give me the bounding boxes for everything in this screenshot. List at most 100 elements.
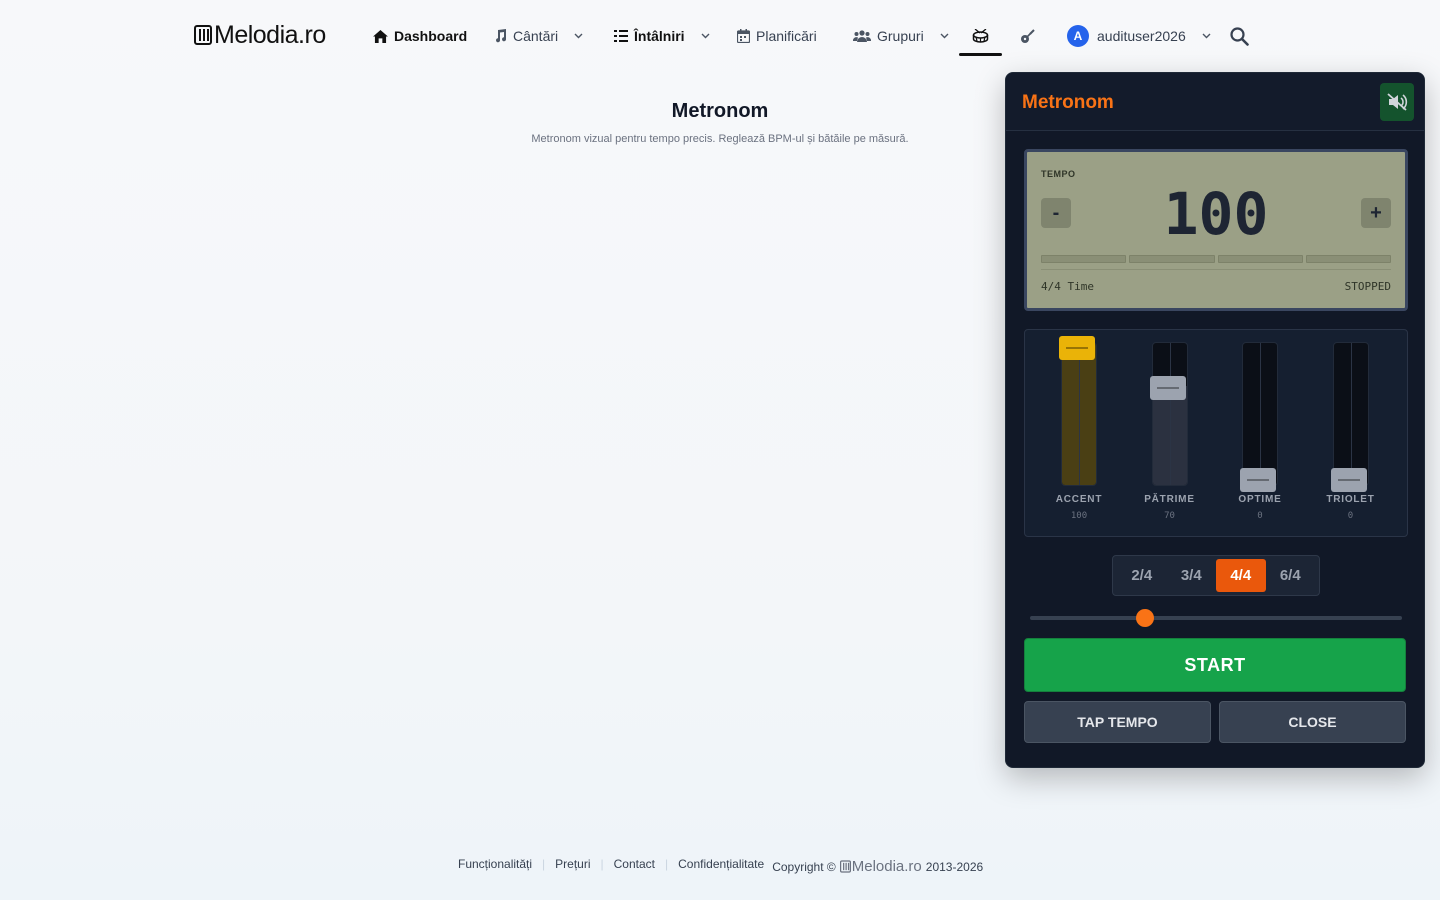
time-signature-option[interactable]: 4/4 [1216,559,1266,592]
chevron-down-icon [1202,33,1211,39]
mixer-fader-knob[interactable] [1149,375,1186,400]
mixer-channel-value: 70 [1164,511,1175,521]
metronome-title: Metronom [1022,92,1114,113]
close-button[interactable]: CLOSE [1219,701,1406,743]
copyright-prefix: Copyright © [772,859,836,874]
tempo-label: TEMPO [1041,169,1076,179]
calendar-icon [737,29,750,43]
chevron-down-icon [574,33,583,39]
nav-cantari[interactable]: Cântări [493,24,583,48]
home-icon [373,29,388,43]
mixer-track[interactable] [1332,342,1369,486]
mixer-track[interactable] [1061,342,1097,486]
mixer-track-line [1350,343,1352,485]
time-signature-selector: 2/4 3/4 4/4 6/4 [1112,555,1320,596]
mixer-channel: ACCENT 100 [1039,330,1119,538]
search-button[interactable] [1230,24,1249,48]
nav-cantari-label: Cântări [513,28,559,44]
copyright-years: 2013-2026 [925,859,984,874]
tempo-increase-button[interactable]: + [1361,198,1391,228]
sound-toggle-button[interactable] [1380,83,1414,121]
mixer-channel-name: ACCENT [1055,494,1103,505]
nav-planificari-label: Planificări [756,28,817,44]
mixer-channel: TRIOLET 0 [1311,330,1391,538]
tap-tempo-button[interactable]: TAP TEMPO [1024,701,1211,743]
time-signature-option[interactable]: 2/4 [1117,559,1167,592]
tempo-decrease-button[interactable]: - [1041,198,1071,228]
metronome-header: Metronom [1006,73,1424,131]
playback-status: STOPPED [1344,280,1391,293]
nav-intalniri[interactable]: Întâlniri [614,24,710,48]
tempo-slider-track [1030,616,1402,620]
top-navbar: Melodia.ro Dashboard Cântări Întâlniri P… [0,0,1440,72]
bpm-readout: 100 [1163,180,1269,248]
nav-tuner-tab[interactable] [1020,24,1035,48]
speaker-off-icon [1387,93,1408,111]
beat-indicator [1217,255,1303,263]
mixer-track-line [1079,343,1080,485]
footer-separator: | [665,856,669,871]
footer-separator: | [542,856,546,871]
footer-separator: | [600,856,604,871]
search-icon [1230,26,1249,46]
beat-indicator-row [1041,255,1391,263]
time-signature-option[interactable]: 6/4 [1266,559,1316,592]
nav-grupuri[interactable]: Grupuri [853,24,949,48]
time-signature-readout: 4/4 Time [1041,280,1094,293]
nav-grupuri-label: Grupuri [877,28,924,44]
user-menu[interactable]: A audituser2026 [1067,24,1211,48]
nav-intalniri-label: Întâlniri [634,28,685,44]
tempo-display: TEMPO 100 - + 4/4 Time STOPPED [1024,149,1408,311]
mixer-fader-knob[interactable] [1240,468,1276,492]
nav-dashboard-label: Dashboard [394,28,468,44]
chevron-down-icon [940,33,949,39]
start-button[interactable]: START [1024,638,1406,692]
drum-icon [972,29,989,43]
copyright: Copyright © Melodia.ro 2013-2026 [772,858,983,875]
logo-mark-icon [839,860,851,873]
footer: Funcționalități | Prețuri | Contact | Confiden… [458,852,983,876]
username: audituser2026 [1097,28,1186,44]
nav-metronome-tab[interactable] [972,24,989,48]
brand-logo[interactable]: Melodia.ro [194,20,326,50]
mixer-channel-value: 100 [1070,511,1088,521]
lcd-divider [1041,269,1391,270]
footer-link[interactable]: Confidențialitate [678,857,764,871]
mixer-channel-name: TRIOLET [1326,494,1375,505]
beat-indicator [1305,255,1391,263]
mixer-fader-knob[interactable] [1330,468,1367,492]
footer-link[interactable]: Prețuri [555,857,590,871]
avatar: A [1067,25,1089,47]
beat-indicator [1041,255,1127,263]
mixer-track-line [1169,343,1171,485]
music-note-icon [496,29,507,43]
tempo-slider[interactable] [1030,609,1402,627]
beat-indicator [1129,255,1215,263]
mixer-track[interactable] [1242,342,1278,486]
logo-text: Melodia.ro [214,20,326,49]
footer-link[interactable]: Funcționalități [458,857,532,871]
guitar-icon [1021,28,1035,43]
users-icon [853,30,871,42]
mixer-track[interactable] [1151,342,1188,486]
mixer-fader-knob[interactable] [1059,336,1095,360]
list-check-icon [614,30,628,42]
mixer-channel-value: 0 [1257,511,1263,521]
nav-dashboard[interactable]: Dashboard [373,24,467,48]
time-signature-option[interactable]: 3/4 [1167,559,1217,592]
mixer-channel-name: OPTIME [1238,494,1282,505]
volume-mixer: ACCENT 100 PĂTRIME 70 OPTIME 0 TRIOLET 0 [1024,329,1408,537]
chevron-down-icon [701,33,710,39]
metronome-panel: Metronom TEMPO 100 - + 4/4 Time STOPPED … [1005,72,1425,768]
mixer-channel: OPTIME 0 [1220,330,1300,538]
nav-planificari[interactable]: Planificări [737,24,817,48]
mixer-channel: PĂTRIME 70 [1130,330,1210,538]
mixer-track-line [1260,343,1261,485]
logo-mark-icon [194,25,212,45]
active-tab-underline [959,53,1002,56]
mixer-channel-name: PĂTRIME [1144,494,1195,505]
footer-logo[interactable]: Melodia.ro [839,858,922,875]
tempo-slider-thumb[interactable] [1136,609,1155,627]
footer-links: Funcționalități | Prețuri | Contact | Confiden… [458,857,764,871]
footer-link[interactable]: Contact [614,857,655,871]
